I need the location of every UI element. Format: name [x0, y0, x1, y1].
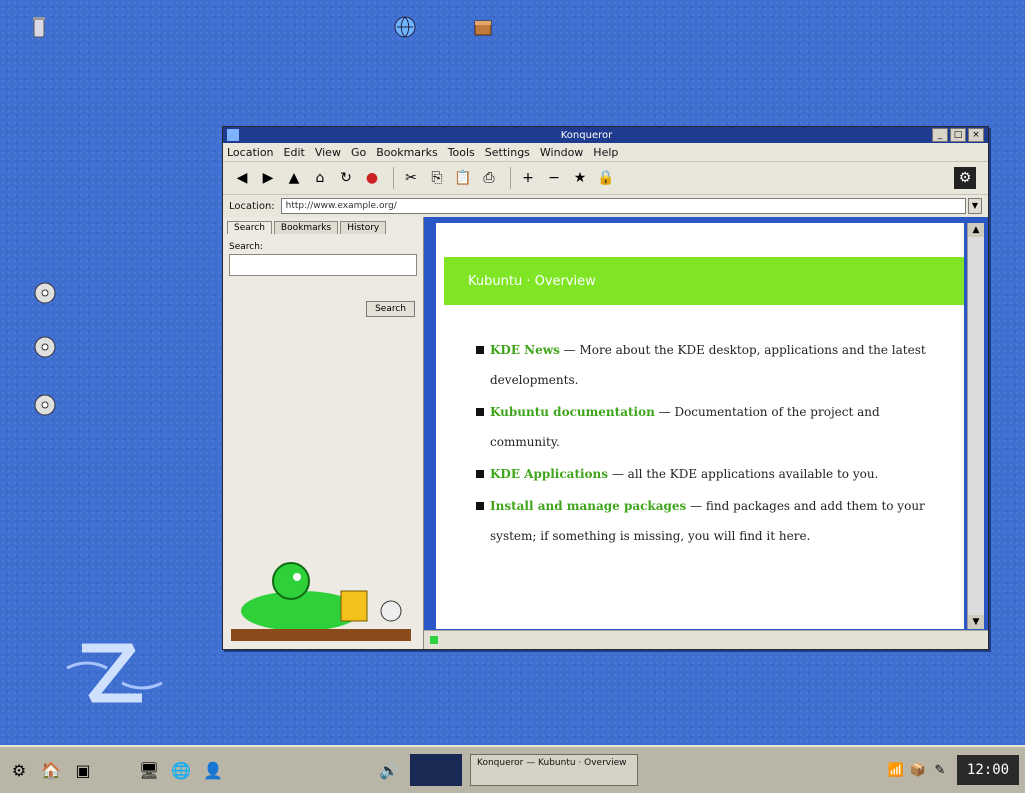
paste-icon[interactable]: 📋 [452, 167, 474, 189]
toolbar-separator-2 [510, 167, 511, 189]
throbber-icon: ⚙ [954, 167, 976, 189]
status-indicator-icon [430, 636, 438, 644]
sidebar-tabs: Search Bookmarks History [223, 217, 423, 234]
package-icon[interactable] [466, 10, 500, 44]
desktop-pager[interactable] [410, 754, 462, 786]
location-dropdown[interactable]: ▼ [968, 198, 982, 214]
zoom-in-icon[interactable]: + [517, 167, 539, 189]
menu-window[interactable]: Window [540, 146, 583, 159]
browser-window: Konqueror _ □ × Location Edit View Go Bo… [222, 126, 989, 650]
scroll-up-icon[interactable]: ▲ [968, 223, 984, 237]
reload-icon[interactable]: ↻ [335, 167, 357, 189]
back-icon[interactable]: ◀ [231, 167, 253, 189]
menu-go[interactable]: Go [351, 146, 366, 159]
maximize-button[interactable]: □ [950, 128, 966, 142]
sidebar-search-button[interactable]: Search [366, 301, 415, 317]
sidebar-mascot-image [231, 562, 411, 641]
clock[interactable]: 12:00 [957, 755, 1019, 785]
cd-icon[interactable] [28, 276, 62, 310]
copy-icon[interactable]: ⎘ [426, 167, 448, 189]
desktop-icon[interactable]: 🖥 [136, 757, 162, 783]
page-banner: Kubuntu · Overview [444, 257, 964, 305]
tab-search[interactable]: Search [227, 221, 272, 234]
stop-icon[interactable]: ● [361, 167, 383, 189]
list-item-text: — all the KDE applications available to … [608, 467, 879, 481]
location-input[interactable]: http://www.example.org/ [280, 198, 966, 214]
scroll-down-icon[interactable]: ▼ [968, 615, 984, 629]
menu-settings[interactable]: Settings [485, 146, 530, 159]
browser-launcher-icon[interactable]: 🌐 [168, 757, 194, 783]
tab-history[interactable]: History [340, 221, 387, 234]
home-icon[interactable]: ⌂ [309, 167, 331, 189]
terminal-icon[interactable]: ▣ [70, 757, 96, 783]
cd-icon-3[interactable] [28, 388, 62, 422]
security-icon[interactable]: 🔒 [595, 167, 617, 189]
forward-icon[interactable]: ▶ [257, 167, 279, 189]
user-icon[interactable]: 👤 [200, 757, 226, 783]
sidebar: Search Bookmarks History Search: Search [223, 217, 424, 649]
trash-icon[interactable] [22, 10, 56, 44]
taskbar-window-button[interactable]: Konqueror — Kubuntu · Overview [470, 754, 638, 786]
location-label: Location: [229, 200, 275, 212]
close-button[interactable]: × [968, 128, 984, 142]
toolbar-separator [393, 167, 394, 189]
bookmark-icon[interactable]: ★ [569, 167, 591, 189]
web-page: Kubuntu · Overview KDE News — More about… [436, 223, 964, 629]
menu-bar: Location Edit View Go Bookmarks Tools Se… [223, 143, 988, 162]
link-kde-news[interactable]: KDE News [490, 343, 560, 357]
clipboard-icon[interactable]: ✎ [929, 759, 951, 781]
taskbar: ⚙ 🏠 ▣ 🖥 🌐 👤 🔊 Konqueror — Kubuntu · Over… [0, 745, 1025, 793]
sidebar-search-input[interactable] [229, 254, 417, 276]
content-area: Search Bookmarks History Search: Search … [223, 217, 988, 649]
window-titlebar[interactable]: Konqueror _ □ × [223, 127, 988, 143]
up-icon[interactable]: ▲ [283, 167, 305, 189]
network-icon[interactable]: 📶 [885, 759, 907, 781]
print-icon[interactable]: ⎙ [478, 167, 500, 189]
zoom-out-icon[interactable]: − [543, 167, 565, 189]
list-item: Install and manage packages — find packa… [476, 491, 952, 551]
desktop-logo [66, 643, 163, 703]
home-folder-icon[interactable]: 🏠 [38, 757, 64, 783]
link-install-packages[interactable]: Install and manage packages [490, 499, 686, 513]
globe-icon[interactable] [388, 10, 422, 44]
cd-icon-2[interactable] [28, 330, 62, 364]
menu-view[interactable]: View [315, 146, 341, 159]
list-item: KDE News — More about the KDE desktop, a… [476, 335, 952, 395]
sidebar-search-label: Search: [229, 242, 263, 252]
menu-tools[interactable]: Tools [448, 146, 475, 159]
audio-icon[interactable]: 🔊 [376, 757, 402, 783]
vertical-scrollbar[interactable]: ▲ ▼ [967, 223, 984, 629]
page-link-list: KDE News — More about the KDE desktop, a… [476, 335, 952, 553]
menu-bookmarks[interactable]: Bookmarks [376, 146, 437, 159]
cut-icon[interactable]: ✂ [400, 167, 422, 189]
window-title: Konqueror [560, 129, 613, 141]
minimize-button[interactable]: _ [932, 128, 948, 142]
list-item: KDE Applications — all the KDE applicati… [476, 459, 952, 489]
menu-help[interactable]: Help [593, 146, 618, 159]
link-kde-apps[interactable]: KDE Applications [490, 467, 608, 481]
tab-bookmarks[interactable]: Bookmarks [273, 221, 339, 234]
menu-location[interactable]: Location [227, 146, 274, 159]
main-toolbar: ◀ ▶ ▲ ⌂ ↻ ● ✂ ⎘ 📋 ⎙ + − ★ 🔒 ⚙ [223, 162, 988, 195]
app-icon [227, 129, 239, 141]
start-menu-icon[interactable]: ⚙ [6, 757, 32, 783]
tray-package-icon[interactable]: 📦 [907, 759, 929, 781]
system-tray: 📶 📦 ✎ 12:00 [885, 755, 1019, 785]
status-bar [424, 630, 988, 649]
page-viewport: Kubuntu · Overview KDE News — More about… [424, 217, 988, 649]
banner-title: Kubuntu · Overview [468, 273, 596, 289]
link-kubuntu-docs[interactable]: Kubuntu documentation [490, 405, 655, 419]
location-bar: Location: http://www.example.org/ ▼ [223, 195, 988, 217]
list-item: Kubuntu documentation — Documentation of… [476, 397, 952, 457]
menu-edit[interactable]: Edit [284, 146, 305, 159]
